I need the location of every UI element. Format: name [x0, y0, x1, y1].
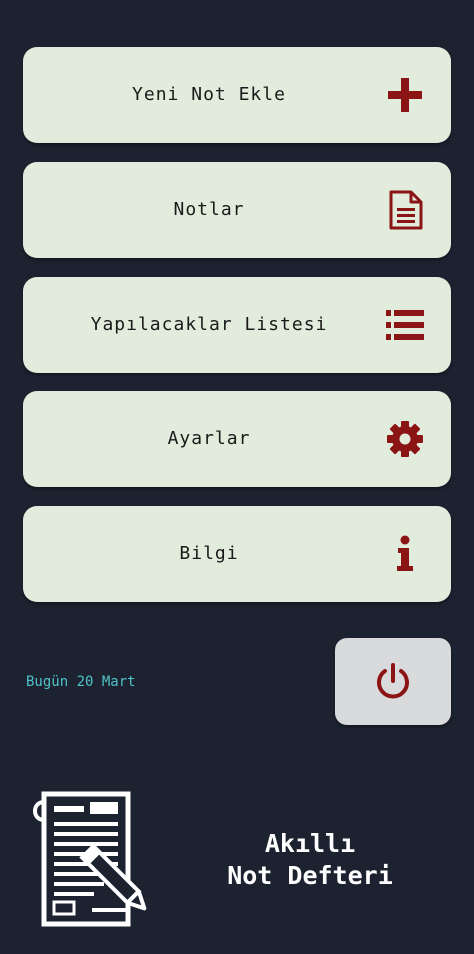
today-date: Bugün 20 Mart — [26, 674, 136, 690]
new-note-label: Yeni Not Ekle — [132, 84, 286, 105]
plus-icon — [385, 75, 425, 115]
todo-list-label: Yapılacaklar Listesi — [90, 314, 328, 335]
app-title: Akıllı Not Defteri — [200, 828, 420, 892]
notes-button[interactable]: Notlar — [23, 162, 451, 258]
notes-label: Notlar — [173, 199, 245, 220]
app-title-line1: Akıllı — [264, 829, 356, 858]
list-icon — [385, 305, 425, 345]
settings-button[interactable]: Ayarlar — [23, 391, 451, 487]
info-label: Bilgi — [179, 543, 239, 564]
gear-icon — [385, 419, 425, 459]
document-icon — [385, 190, 425, 230]
settings-label: Ayarlar — [167, 428, 251, 449]
power-icon — [377, 663, 409, 699]
notepad-pen-icon — [30, 790, 164, 930]
info-button[interactable]: Bilgi — [23, 506, 451, 602]
app-title-line2: Not Defteri — [227, 861, 393, 890]
power-button[interactable] — [335, 638, 451, 725]
new-note-button[interactable]: Yeni Not Ekle — [23, 47, 451, 143]
todo-list-button[interactable]: Yapılacaklar Listesi — [23, 277, 451, 373]
info-icon — [385, 534, 425, 574]
